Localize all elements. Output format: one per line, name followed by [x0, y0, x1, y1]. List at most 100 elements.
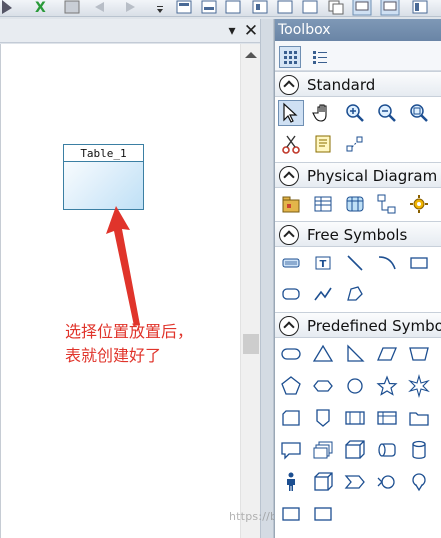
section-predefined-symbols-label: Predefined Symbols [307, 317, 441, 335]
collapse-icon[interactable] [279, 166, 299, 186]
parallelogram-icon[interactable] [374, 341, 400, 367]
list-view-button[interactable] [309, 46, 331, 68]
collapse-icon[interactable] [279, 75, 299, 95]
pane-splitter[interactable] [260, 19, 274, 538]
section-free-symbols-label: Free Symbols [307, 226, 408, 244]
properties-icon[interactable] [310, 131, 336, 157]
multi-document-icon[interactable] [310, 437, 336, 463]
layout-7-icon[interactable] [410, 0, 430, 16]
forward-arrow-icon[interactable] [120, 0, 140, 16]
layout-2-icon[interactable] [199, 0, 219, 16]
rounded-rectangle-icon[interactable] [278, 281, 304, 307]
layout-4-icon[interactable] [250, 0, 270, 16]
hand-icon[interactable] [310, 100, 336, 126]
hexagon-icon[interactable] [310, 373, 336, 399]
section-predefined-symbols[interactable]: Predefined Symbols [275, 312, 441, 338]
pin-icon[interactable] [406, 469, 432, 495]
internal-storage-icon[interactable] [374, 405, 400, 431]
section-free-symbols[interactable]: Free Symbols [275, 221, 441, 247]
section-physical-diagram-label: Physical Diagram [307, 167, 438, 185]
folder-icon[interactable] [406, 405, 432, 431]
text-icon[interactable]: T [310, 250, 336, 276]
rectangle-icon[interactable] [406, 250, 432, 276]
table-title: Table_1 [64, 145, 143, 162]
free-symbols-tools: T [275, 247, 441, 312]
icon-view-button[interactable] [279, 46, 301, 68]
layout-1-icon[interactable] [174, 0, 194, 16]
toolbox-panel: Toolbox Standard Physical Diagram Free S… [274, 19, 441, 538]
pane-menu-button[interactable]: ▾ [224, 22, 240, 40]
arc-icon[interactable] [374, 250, 400, 276]
pointer-icon[interactable] [278, 100, 304, 126]
layout-6-icon[interactable] [300, 0, 320, 16]
section-physical-diagram[interactable]: Physical Diagram [275, 162, 441, 188]
view-toggle-icon[interactable] [352, 0, 372, 16]
annotation-line-2: 表就创建好了 [65, 346, 162, 365]
ellipse-flat-icon[interactable] [278, 341, 304, 367]
process-icon[interactable] [342, 405, 368, 431]
copy-icon[interactable] [326, 0, 346, 16]
link-icon[interactable] [342, 131, 368, 157]
app-window: X ▾ ✕ Table_1 选择位置放置后， 表就创建好了 Toolbox St… [0, 0, 441, 538]
cut-icon[interactable] [278, 131, 304, 157]
toolbox-title: Toolbox [275, 19, 441, 41]
shape-extra-1-icon[interactable] [278, 501, 304, 527]
cube-icon[interactable] [310, 469, 336, 495]
circle-icon[interactable] [342, 373, 368, 399]
annotation-arrow [106, 206, 140, 326]
excel-icon[interactable]: X [32, 0, 52, 16]
database-icon[interactable] [406, 437, 432, 463]
shield-icon[interactable] [310, 405, 336, 431]
panel-toggle-icon[interactable] [380, 0, 400, 16]
svg-text:X: X [35, 0, 46, 16]
vertical-scrollbar[interactable] [240, 44, 260, 538]
card-icon[interactable] [278, 405, 304, 431]
toolbox-view-bar [275, 41, 441, 71]
view-icon[interactable] [342, 191, 368, 217]
scroll-up-icon[interactable] [245, 52, 257, 58]
table-icon[interactable] [310, 191, 336, 217]
star-icon[interactable] [374, 373, 400, 399]
zoom-fit-icon[interactable] [406, 100, 432, 126]
main-toolbar: X [0, 0, 441, 17]
standard-tools [275, 97, 441, 162]
collapse-icon[interactable] [279, 316, 299, 336]
callout-icon[interactable] [278, 437, 304, 463]
svg-text:T: T [320, 259, 327, 270]
polyline-icon[interactable] [310, 281, 336, 307]
connector-circle-icon[interactable] [374, 469, 400, 495]
procedure-icon[interactable] [406, 191, 432, 217]
section-standard-label: Standard [307, 76, 376, 94]
back-arrow-icon[interactable] [90, 0, 110, 16]
zoom-out-icon[interactable] [374, 100, 400, 126]
package-icon[interactable] [278, 191, 304, 217]
reference-icon[interactable] [374, 191, 400, 217]
note-icon[interactable] [278, 250, 304, 276]
chevron-icon[interactable] [342, 469, 368, 495]
star-burst-icon[interactable] [406, 373, 432, 399]
toolbar-overflow-icon[interactable] [150, 0, 163, 16]
diagram-pane-header: ▾ ✕ [0, 19, 272, 43]
zoom-in-icon[interactable] [342, 100, 368, 126]
triangle-icon[interactable] [310, 341, 336, 367]
annotation-line-1: 选择位置放置后， [65, 322, 194, 341]
section-standard[interactable]: Standard [275, 71, 441, 97]
annotation-text: 选择位置放置后， 表就创建好了 [65, 320, 235, 368]
layout-3-icon[interactable] [223, 0, 243, 16]
pane-close-button[interactable]: ✕ [243, 22, 259, 40]
pentagon-icon[interactable] [278, 373, 304, 399]
tool-arrow-icon[interactable] [0, 0, 20, 16]
actor-icon[interactable] [278, 469, 304, 495]
shape-extra-2-icon[interactable] [310, 501, 336, 527]
layout-5-icon[interactable] [275, 0, 295, 16]
box-3d-icon[interactable] [342, 437, 368, 463]
trapezoid-icon[interactable] [406, 341, 432, 367]
physical-diagram-tools [275, 188, 441, 221]
scroll-thumb[interactable] [243, 334, 259, 354]
cylinder-horizontal-icon[interactable] [374, 437, 400, 463]
collapse-icon[interactable] [279, 225, 299, 245]
line-icon[interactable] [342, 250, 368, 276]
page-icon[interactable] [62, 0, 82, 16]
right-triangle-icon[interactable] [342, 341, 368, 367]
polygon-icon[interactable] [342, 281, 368, 307]
